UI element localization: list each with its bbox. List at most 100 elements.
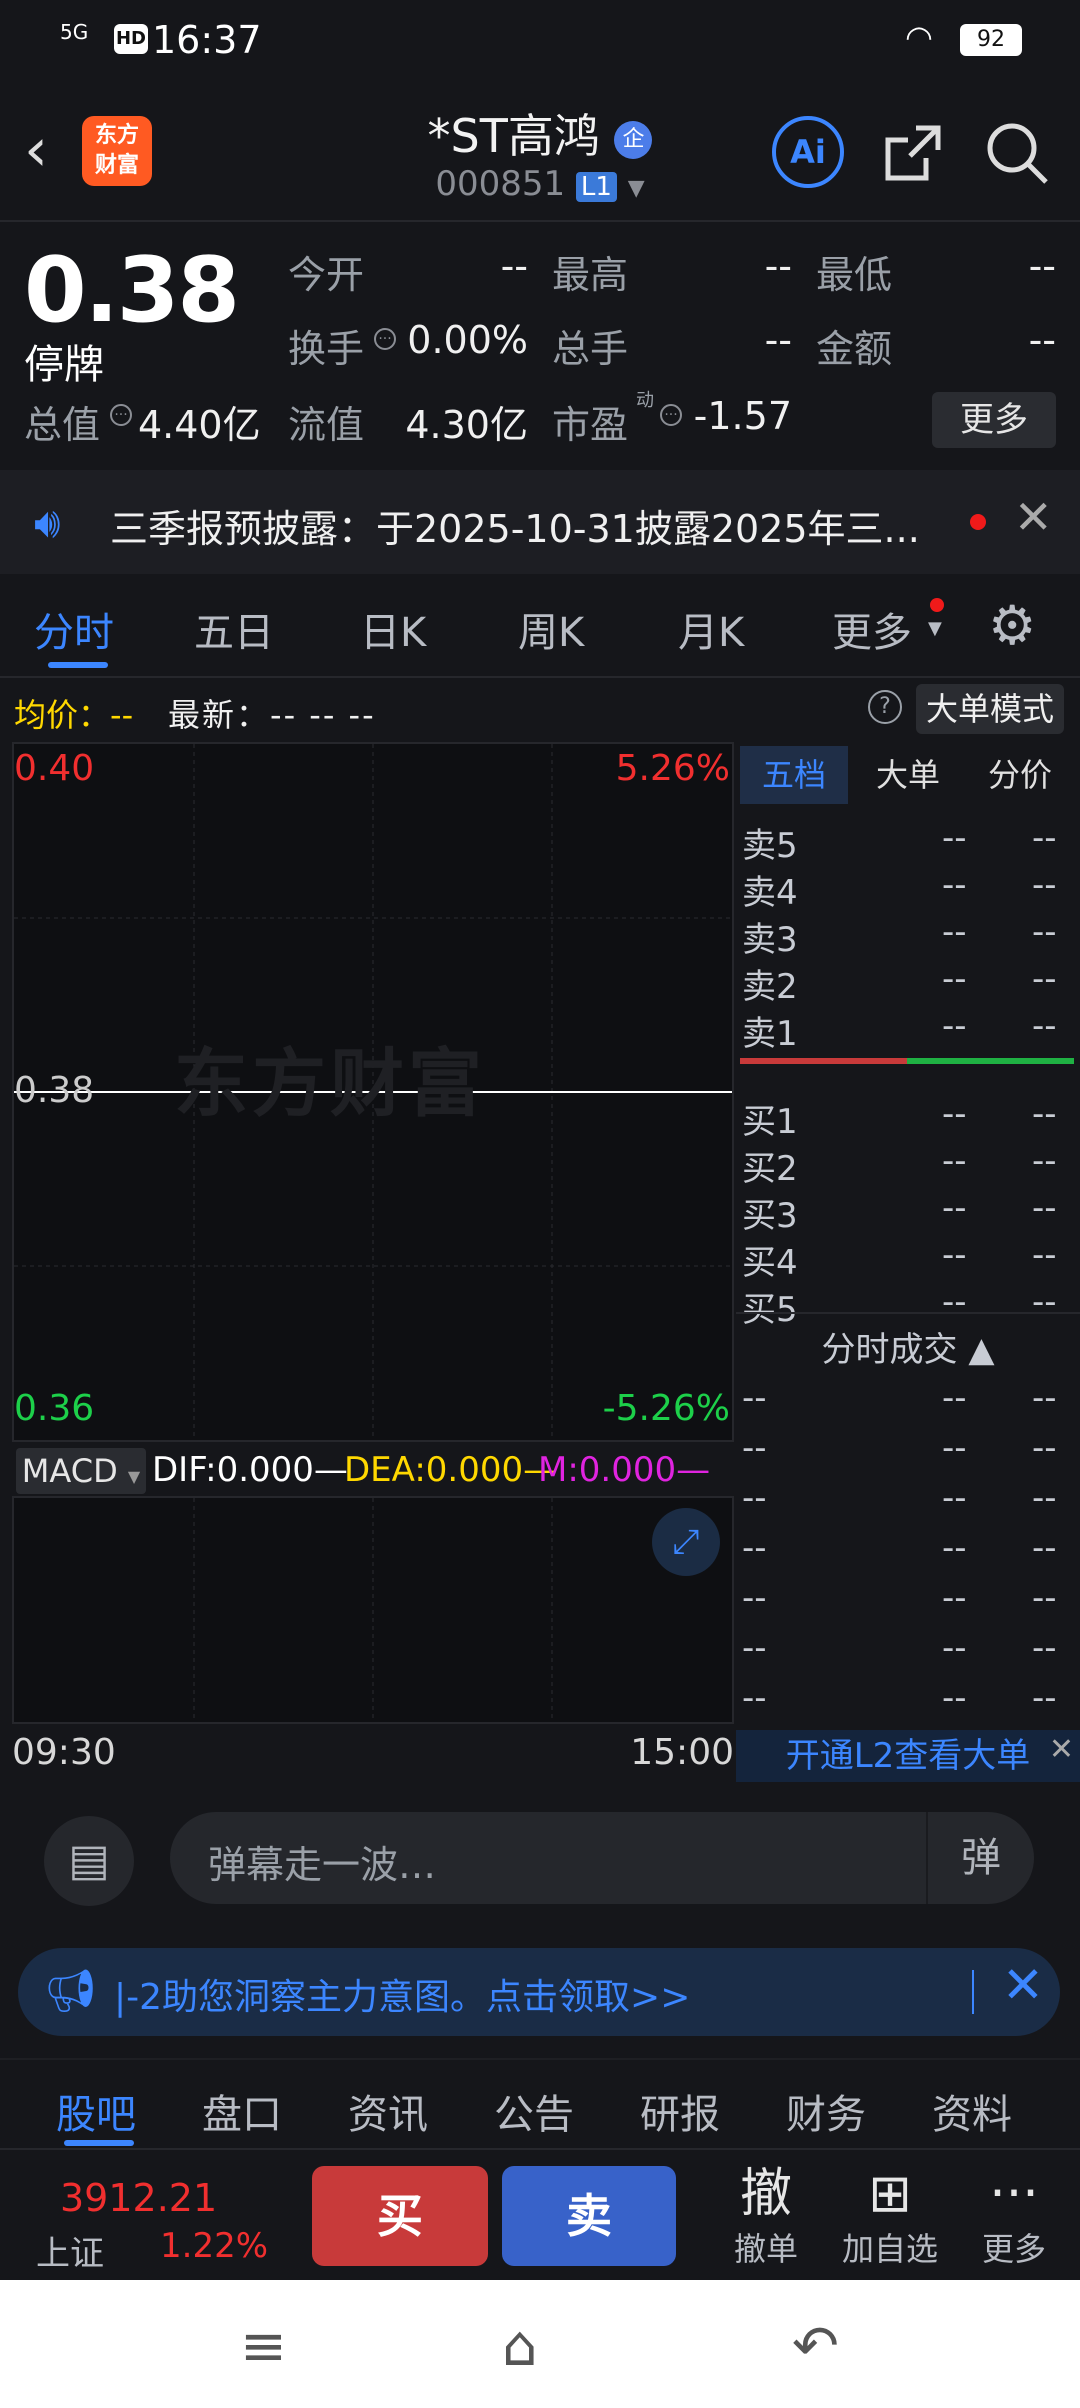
bid-row: 买1 -- -- (742, 1094, 1078, 1142)
hd-indicator: HD (114, 24, 148, 54)
float-cap-value: 4.30亿 (405, 403, 528, 447)
tick-volume: -- (1032, 1528, 1057, 1568)
info-icon[interactable]: ··· (374, 328, 396, 350)
promo-divider (972, 1970, 974, 2014)
y-axis-bottom: 0.36 (14, 1388, 95, 1429)
tick-row: -- -- -- (742, 1578, 1078, 1626)
bid-ratio (907, 1058, 1074, 1064)
tab-more[interactable]: 更多 (832, 600, 912, 658)
danmu-toggle[interactable]: 弹 (926, 1812, 1034, 1904)
expand-chart-button[interactable]: ⤢ (652, 1508, 720, 1576)
tab-forum[interactable]: 股吧 (56, 2082, 136, 2140)
latest-price: 最新：-- -- -- (168, 690, 376, 736)
ask-price: -- (942, 1006, 967, 1046)
tab-intraday[interactable]: 分时 (34, 600, 114, 658)
pe-superscript: 动 (636, 390, 654, 411)
book-tab-big-order[interactable]: 大单 (854, 746, 962, 804)
more-fields-button[interactable]: 更多 (932, 392, 1056, 448)
index-name[interactable]: 上证 (36, 2226, 104, 2275)
chevron-down-icon: ▼ (127, 1467, 141, 1486)
tick-volume: -- (1032, 1578, 1057, 1618)
status-bar: 5G HD 16:37 ◠ 92 (0, 0, 1080, 80)
intraday-chart[interactable]: 东方财富 0.40 5.26% 0.38 0.36 -5.26% (12, 742, 734, 1442)
index-value[interactable]: 3912.21 (60, 2176, 217, 2220)
buy-button[interactable]: 买 (312, 2166, 488, 2266)
unread-dot (970, 514, 986, 530)
chevron-down-icon: ▼ (627, 176, 645, 201)
big-order-mode-button[interactable]: 大单模式 (916, 684, 1064, 734)
bid-level-label: 买3 (742, 1196, 798, 1236)
tab-news[interactable]: 资讯 (348, 2082, 428, 2140)
info-icon[interactable]: ··· (110, 404, 132, 426)
bid-price: -- (942, 1094, 967, 1134)
avg-price-label: 均价： (14, 696, 111, 734)
tick-volume: -- (1032, 1678, 1057, 1718)
wifi-icon: ◠ (905, 18, 933, 56)
index-change[interactable]: 1.22% (160, 2226, 268, 2266)
add-watchlist-button[interactable]: ⊞ 加自选 (832, 2164, 948, 2270)
ask-row: 卖1 -- -- (742, 1006, 1078, 1054)
tab-five-day[interactable]: 五日 (194, 600, 274, 658)
book-tab-five-level[interactable]: 五档 (740, 746, 848, 804)
share-icon[interactable] (882, 122, 944, 184)
book-tab-price-dist[interactable]: 分价 (966, 746, 1074, 804)
help-icon[interactable]: ? (868, 690, 902, 724)
bid-level-label: 买2 (742, 1149, 798, 1189)
tab-research[interactable]: 研报 (640, 2082, 720, 2140)
time-end: 15:00 (630, 1732, 734, 1773)
announcement-text[interactable]: 三季报预披露：于2025-10-31披露2025年三... (110, 498, 920, 553)
tick-row: -- -- -- (742, 1378, 1078, 1426)
announcement-banner[interactable]: 🔊︎ 三季报预披露：于2025-10-31披露2025年三... ✕ (0, 470, 1080, 574)
latest-price-value: -- -- -- (270, 696, 376, 734)
promo-text[interactable]: |-2助您洞察主力意图。点击领取>> (114, 1968, 690, 2020)
tab-monthly-k[interactable]: 月K (678, 600, 744, 658)
stock-header: ‹ 东方 财富 *ST高鸿 企 000851 L1 ▼ Ai (0, 80, 1080, 220)
tick-price: -- (942, 1678, 967, 1718)
notification-dot (930, 598, 944, 612)
tick-row: -- -- -- (742, 1478, 1078, 1526)
home-icon[interactable]: ⌂ (502, 2314, 538, 2379)
more-actions-button[interactable]: ··· 更多 (964, 2164, 1064, 2270)
macd-dif: DIF:0.000— (152, 1450, 348, 1490)
tab-profile[interactable]: 资料 (932, 2082, 1012, 2140)
ask-volume: -- (1032, 818, 1057, 858)
bid-volume: -- (1032, 1282, 1057, 1322)
tab-daily-k[interactable]: 日K (360, 600, 426, 658)
low-label: 最低 (816, 253, 893, 297)
bid-row: 买4 -- -- (742, 1235, 1078, 1283)
back-icon[interactable]: ↶ (792, 2314, 839, 2379)
system-nav-bar: ≡ ⌂ ↶ (0, 2280, 1080, 2408)
macd-chart[interactable]: ⤢ (12, 1496, 734, 1724)
close-icon[interactable]: ✕ (1002, 1956, 1044, 2014)
tab-announcements[interactable]: 公告 (494, 2082, 574, 2140)
search-icon[interactable] (984, 120, 1050, 186)
ai-button[interactable]: Ai (772, 116, 844, 188)
tick-volume: -- (1032, 1628, 1057, 1668)
speaker-icon: 🔊︎ (34, 498, 61, 547)
promo-banner[interactable]: 📢︎ |-2助您洞察主力意图。点击领取>> ✕ (18, 1948, 1060, 2036)
tab-financials[interactable]: 财务 (786, 2082, 866, 2140)
upgrade-l2-button[interactable]: 开通L2查看大单 ✕ (736, 1730, 1080, 1782)
tick-row: -- -- -- (742, 1678, 1078, 1726)
info-icon[interactable]: ··· (660, 404, 682, 426)
chevron-down-icon: ▼ (928, 618, 942, 639)
ask-row: 卖5 -- -- (742, 818, 1078, 866)
danmu-settings-icon[interactable]: ▤ (44, 1816, 134, 1906)
close-icon[interactable]: ✕ (1049, 1730, 1074, 1770)
intraday-ticks-header[interactable]: 分时成交 ▲ (736, 1322, 1080, 1371)
volume-label: 总手 (552, 327, 629, 371)
megaphone-icon: 📢︎ (44, 1966, 98, 2015)
amount-label: 金额 (816, 327, 893, 371)
indicator-select-value: MACD (21, 1452, 118, 1490)
close-icon[interactable]: ✕ (1014, 490, 1053, 544)
gear-icon[interactable]: ⚙ (988, 594, 1036, 657)
y-axis-mid: 0.38 (14, 1070, 95, 1111)
sell-button[interactable]: 卖 (502, 2166, 676, 2266)
cancel-order-button[interactable]: 撤 撤单 (716, 2164, 816, 2270)
menu-icon[interactable]: ≡ (240, 2314, 287, 2379)
tab-order-book[interactable]: 盘口 (202, 2082, 282, 2140)
tab-weekly-k[interactable]: 周K (518, 600, 584, 658)
indicator-select[interactable]: MACD ▼ (16, 1448, 146, 1494)
danmu-input[interactable]: 弹幕走一波… 弹 (170, 1812, 1034, 1904)
ask-volume: -- (1032, 1006, 1057, 1046)
